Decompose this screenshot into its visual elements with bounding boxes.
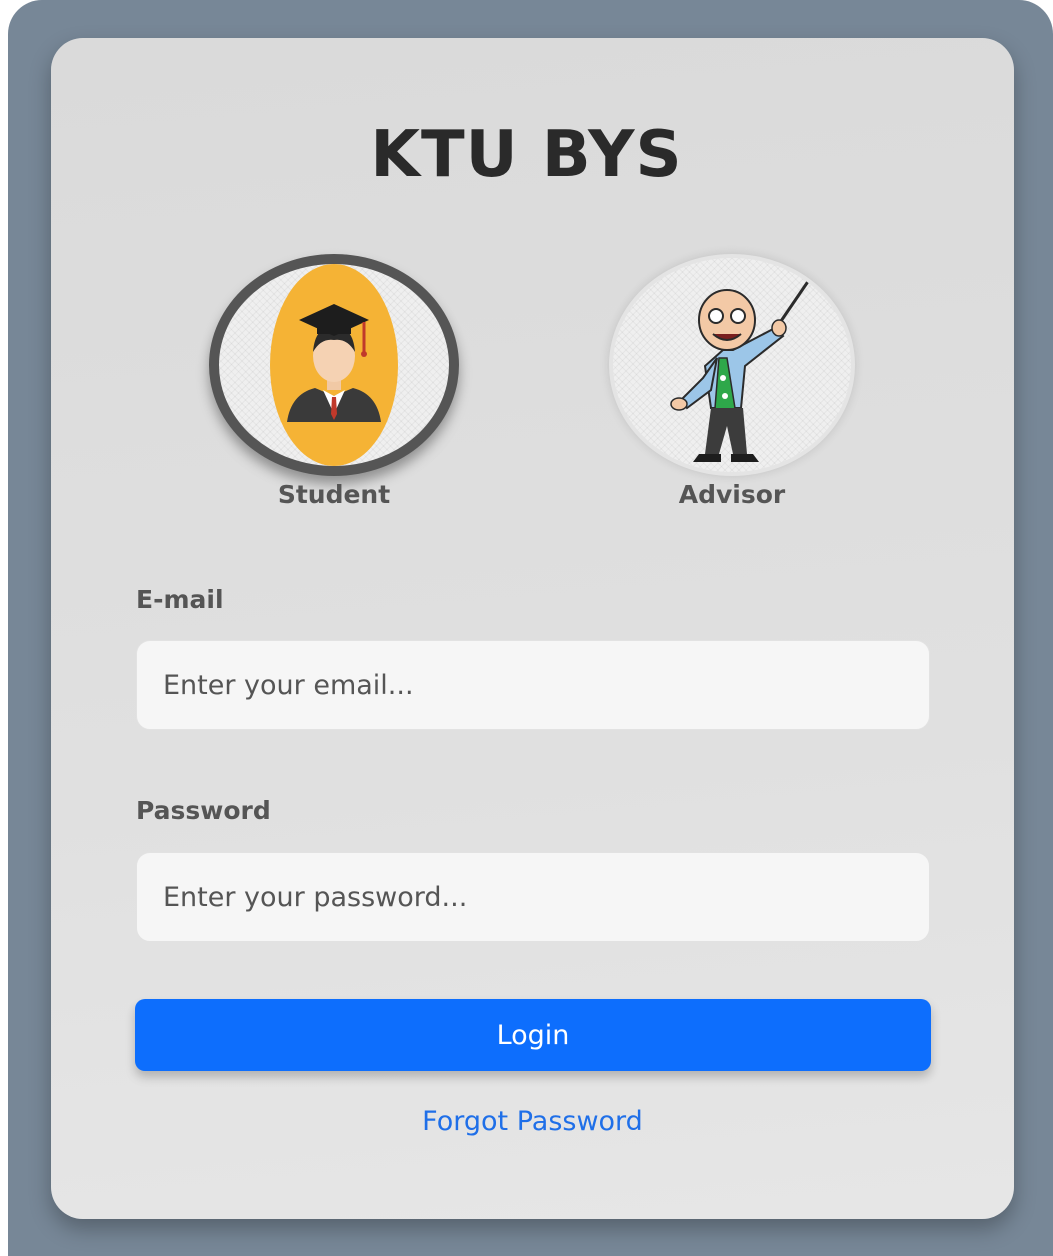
student-avatar[interactable]	[209, 254, 459, 476]
professor-advisor-icon	[670, 279, 811, 462]
advisor-label[interactable]: Advisor	[607, 480, 857, 509]
app-title: KTU BYS	[370, 118, 683, 192]
role-advisor[interactable]: Advisor	[607, 254, 857, 516]
student-label[interactable]: Student	[209, 480, 459, 509]
password-field[interactable]	[136, 852, 930, 942]
role-student[interactable]: Student	[209, 254, 459, 516]
email-label: E-mail	[136, 585, 224, 614]
email-field[interactable]	[136, 640, 930, 730]
password-label: Password	[136, 796, 271, 825]
advisor-avatar[interactable]	[609, 254, 855, 476]
graduate-student-icon	[270, 264, 398, 466]
forgot-password-link[interactable]: Forgot Password	[0, 1106, 1053, 1137]
login-button[interactable]: Login	[135, 999, 931, 1071]
